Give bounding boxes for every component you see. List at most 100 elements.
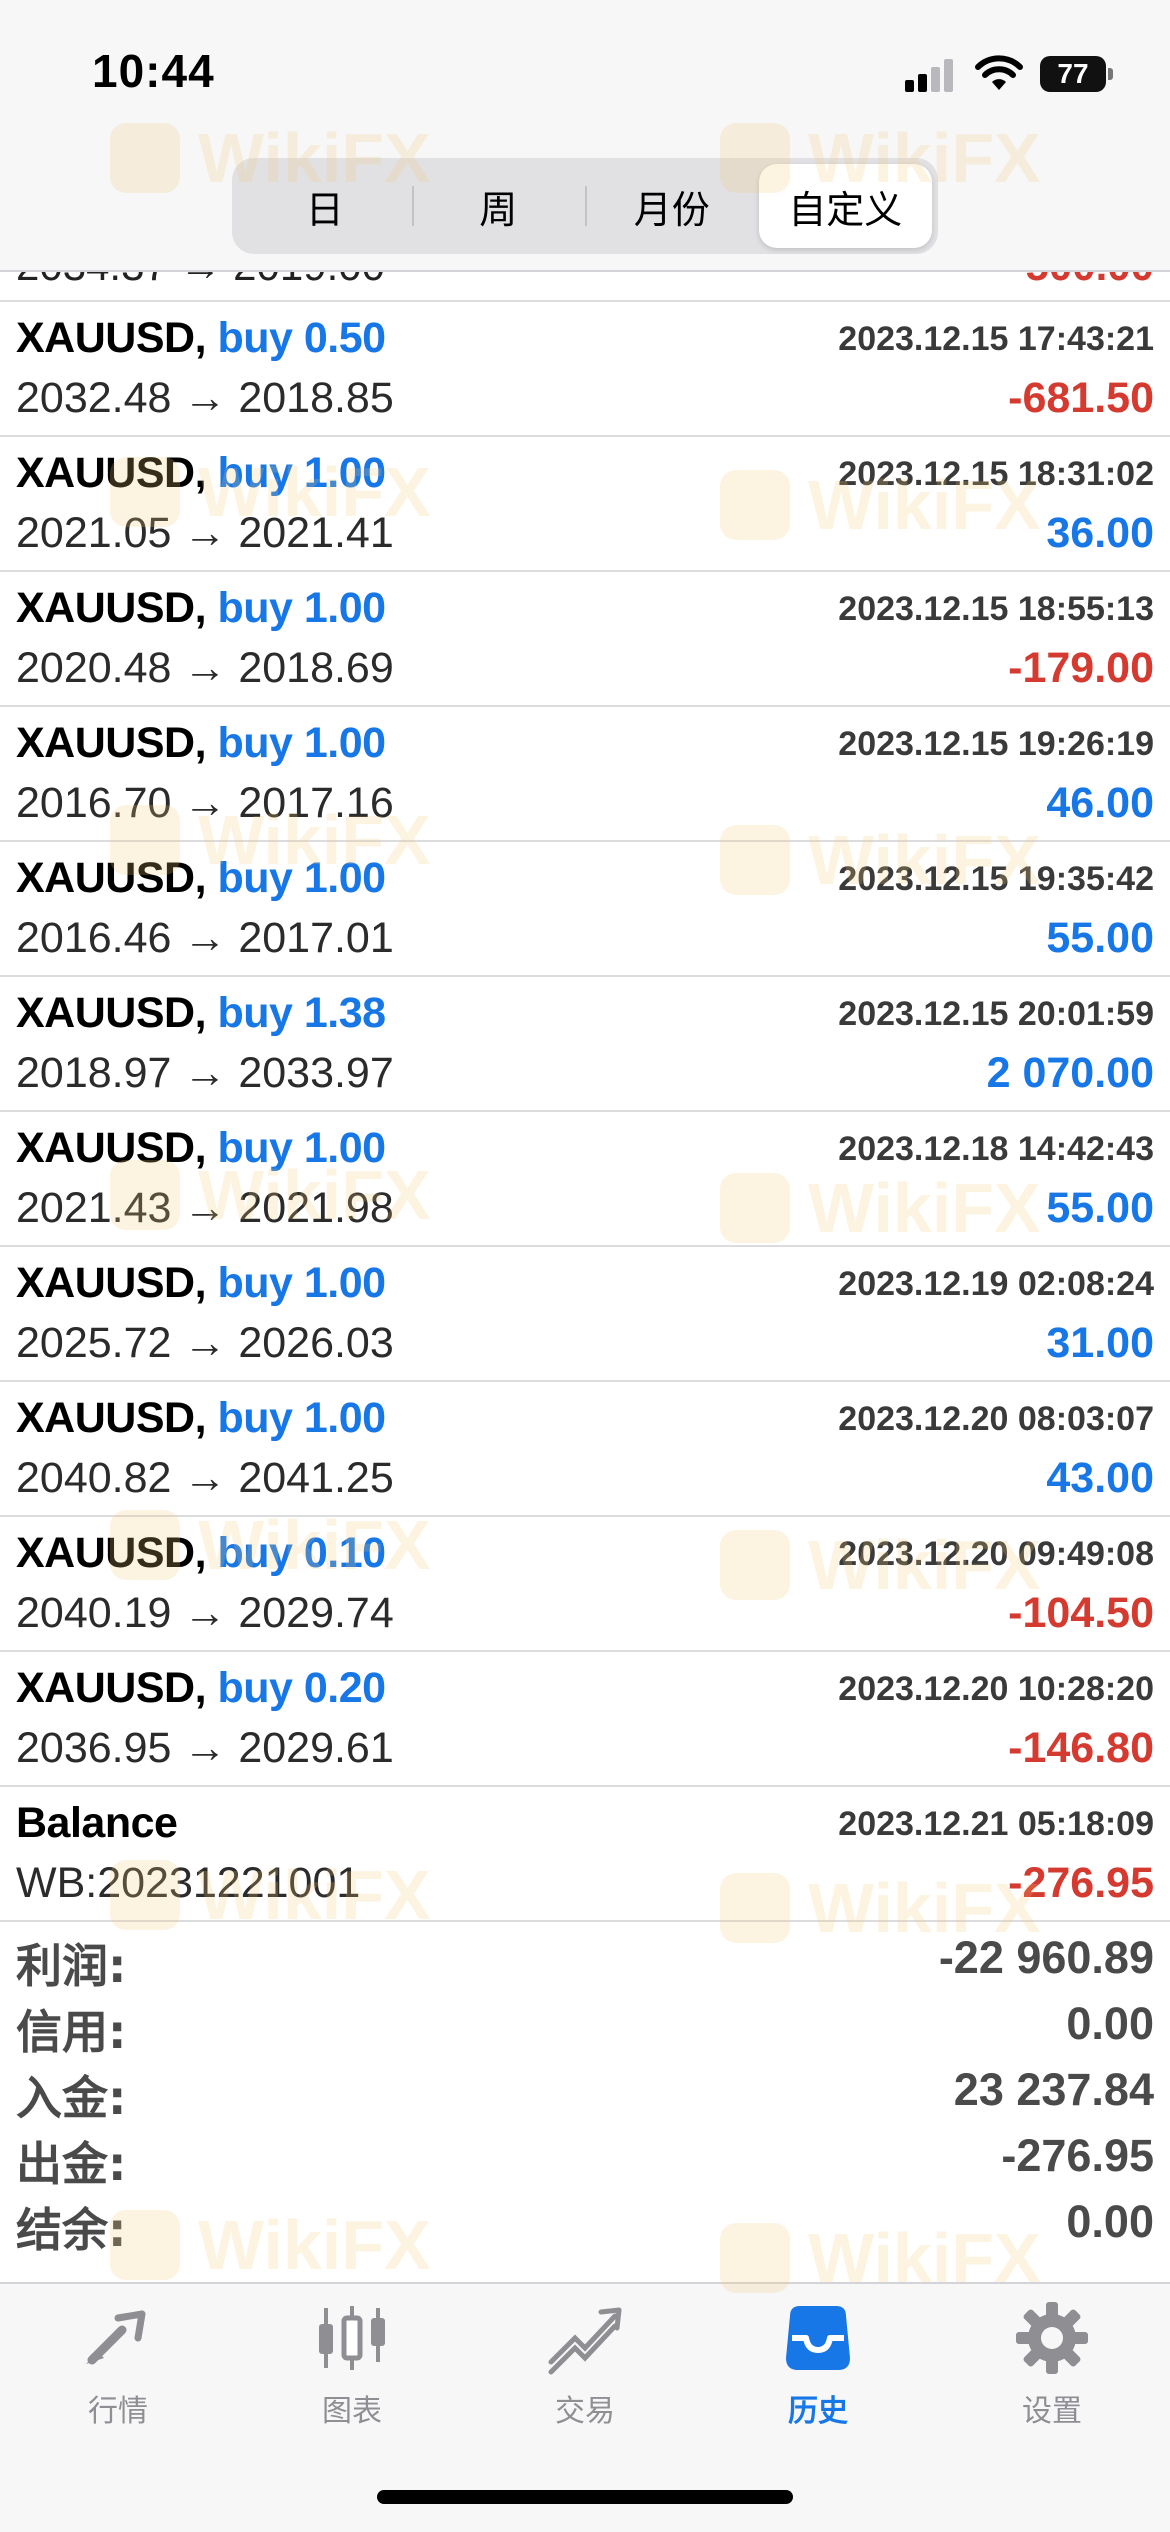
- summary-row: 出金: -276.95: [0, 2120, 1170, 2191]
- tab-quotes[interactable]: 行情: [38, 2298, 198, 2438]
- trade-title: XAUUSD, buy 1.00: [16, 1124, 386, 1173]
- wifi-icon: [975, 55, 1023, 90]
- trade-prices: 2018.97 → 2033.97: [16, 1049, 394, 1097]
- list-item[interactable]: XAUUSD, buy 1.00 2023.12.19 02:08:24 2025.…: [0, 1247, 1170, 1382]
- trade-title: XAUUSD, buy 1.00: [16, 584, 386, 633]
- trade-time: 2023.12.15 18:55:13: [838, 590, 1154, 628]
- battery-icon: 77: [1040, 56, 1113, 92]
- trade-prices: 2016.70 → 2017.16: [16, 779, 394, 827]
- trade-prices: 2016.46 → 2017.01: [16, 914, 394, 962]
- trade-prices: WB:20231221001: [16, 1859, 361, 1907]
- tab-settings[interactable]: 设置: [972, 2298, 1132, 2438]
- list-item[interactable]: XAUUSD, buy 0.50 2023.12.15 17:43:21 2032.…: [0, 302, 1170, 437]
- trade-symbol: XAUUSD,: [16, 314, 207, 362]
- trade-title: Balance: [16, 1799, 178, 1848]
- list-item[interactable]: XAUUSD, buy 1.00 2023.12.15 18:55:13 2020.…: [0, 572, 1170, 707]
- trade-profit: 55.00: [1046, 914, 1154, 962]
- tab-label: 交易: [555, 2394, 615, 2429]
- list-item[interactable]: XAUUSD, buy 0.20 2023.12.20 10:28:20 2036.…: [0, 1652, 1170, 1787]
- trade-time: 2023.12.20 08:03:07: [838, 1400, 1154, 1438]
- trade-profit: -276.95: [1008, 1859, 1154, 1907]
- summary-value: -276.95: [1001, 2130, 1154, 2181]
- list-item[interactable]: XAUUSD, buy 1.00 2023.12.15 18:31:02 2021.…: [0, 437, 1170, 572]
- trade-prices: 2036.95 → 2029.61: [16, 1724, 394, 1772]
- segment-1[interactable]: 周: [411, 164, 586, 248]
- trade-prices: 2025.72 → 2026.03: [16, 1319, 394, 1367]
- list-item[interactable]: XAUUSD, buy 1.00 2023.12.15 19:26:19 2016.…: [0, 707, 1170, 842]
- home-indicator[interactable]: [377, 2490, 793, 2504]
- trade-prices: 2021.43 → 2021.98: [16, 1184, 394, 1232]
- list-item[interactable]: XAUUSD, buy 1.00 2023.12.20 08:03:07 2040.…: [0, 1382, 1170, 1517]
- header-area: 10:44 77 日周月份 自定义: [0, 0, 1170, 272]
- list-item[interactable]: Balance 2023.12.21 05:18:09 WB:2023122100…: [0, 1787, 1170, 1922]
- list-item[interactable]: XAUUSD, buy 1.00 2023.12.15 19:35:42 2016.…: [0, 842, 1170, 977]
- summary-value: -22 960.89: [938, 1932, 1154, 1983]
- trade-prices: 2021.05 → 2021.41: [16, 509, 394, 557]
- list-item[interactable]: XAUUSD, buy 1.38 2023.12.15 20:01:59 2018.…: [0, 977, 1170, 1112]
- tab-label: 图表: [322, 2394, 382, 2429]
- summary-row: 入金: 23 237.84: [0, 2054, 1170, 2125]
- trade-title: XAUUSD, buy 1.00: [16, 1394, 386, 1443]
- trade-side-volume: buy 1.00: [217, 1394, 386, 1442]
- trade-symbol: XAUUSD,: [16, 1259, 207, 1307]
- summary-value: 0.00: [1066, 2196, 1154, 2247]
- summary-value: 0.00: [1066, 1998, 1154, 2049]
- trade-symbol: XAUUSD,: [16, 1394, 207, 1442]
- summary-label: 结余:: [16, 2203, 127, 2257]
- trade-symbol: XAUUSD,: [16, 1529, 207, 1577]
- trade-title: XAUUSD, buy 1.00: [16, 854, 386, 903]
- trade-side-volume: buy 1.00: [217, 854, 386, 902]
- trade-time: 2023.12.21 05:18:09: [838, 1805, 1154, 1843]
- trade-time: 2023.12.18 14:42:43: [838, 1130, 1154, 1168]
- tab-label: 设置: [1022, 2394, 1082, 2429]
- segment-2[interactable]: 月份: [585, 164, 759, 248]
- history-inbox-icon: [786, 2306, 850, 2370]
- trade-time: 2023.12.15 18:31:02: [838, 455, 1154, 493]
- trade-side-volume: buy 0.20: [217, 1664, 386, 1712]
- trade-symbol: XAUUSD,: [16, 1664, 207, 1712]
- trade-symbol: XAUUSD,: [16, 719, 207, 767]
- trade-time: 2023.12.15 20:01:59: [838, 995, 1154, 1033]
- summary-label: 入金:: [16, 2071, 127, 2125]
- trade-side-volume: buy 0.10: [217, 1529, 386, 1577]
- trade-side-volume: buy 1.00: [217, 1124, 386, 1172]
- chart-candles-icon: [319, 2306, 385, 2370]
- trade-time: 2023.12.20 10:28:20: [838, 1670, 1154, 1708]
- segment-3[interactable]: 自定义: [758, 164, 932, 248]
- trade-title: XAUUSD, buy 1.00: [16, 1259, 386, 1308]
- trade-profit: -104.50: [1008, 1589, 1154, 1637]
- tab-label: 历史: [788, 2394, 848, 2429]
- trade-time: 2023.12.15 19:26:19: [838, 725, 1154, 763]
- trade-side-volume: buy 1.00: [217, 1259, 386, 1307]
- trade-time: 2023.12.20 09:49:08: [838, 1535, 1154, 1573]
- trade-profit: -146.80: [1008, 1724, 1154, 1772]
- tab-history[interactable]: 历史: [738, 2298, 898, 2438]
- trade-side-volume: buy 1.00: [217, 449, 386, 497]
- partial-profit: -500.00: [1012, 272, 1154, 290]
- cellular-signal-icon: [905, 58, 957, 92]
- trade-prices: 2020.48 → 2018.69: [16, 644, 394, 692]
- trade-profit: 46.00: [1046, 779, 1154, 827]
- trade-prices: 2040.82 → 2041.25: [16, 1454, 394, 1502]
- list-item[interactable]: XAUUSD, buy 0.10 2023.12.20 09:49:08 2040.…: [0, 1517, 1170, 1652]
- trade-title: XAUUSD, buy 1.38: [16, 989, 386, 1038]
- trade-title: XAUUSD, buy 0.10: [16, 1529, 386, 1578]
- trade-symbol: XAUUSD,: [16, 1124, 207, 1172]
- trade-profit: 43.00: [1046, 1454, 1154, 1502]
- gear-icon: [1016, 2302, 1088, 2374]
- tab-trade[interactable]: 交易: [505, 2298, 665, 2438]
- tab-charts[interactable]: 图表: [272, 2298, 432, 2438]
- trade-title: XAUUSD, buy 1.00: [16, 449, 386, 498]
- trade-profit: 2 070.00: [986, 1049, 1154, 1097]
- segment-0[interactable]: 日: [238, 164, 412, 248]
- list-item-partial[interactable]: 2034.37 → 2019.00 -500.00: [0, 272, 1170, 302]
- list-item[interactable]: XAUUSD, buy 1.00 2023.12.18 14:42:43 2021.…: [0, 1112, 1170, 1247]
- trade-time: 2023.12.15 19:35:42: [838, 860, 1154, 898]
- trade-profit: 55.00: [1046, 1184, 1154, 1232]
- tab-label: 行情: [88, 2394, 148, 2429]
- history-list[interactable]: 2034.37 → 2019.00 -500.00 XAUUSD, buy 0.…: [0, 272, 1170, 1922]
- history-summary: 利润: -22 960.89 信用: 0.00 入金: 23 237.84 出金: -276.…: [0, 1922, 1170, 2257]
- trade-time: 2023.12.15 17:43:21: [838, 320, 1154, 358]
- trade-profit: 36.00: [1046, 509, 1154, 557]
- summary-label: 利润:: [16, 1939, 127, 1993]
